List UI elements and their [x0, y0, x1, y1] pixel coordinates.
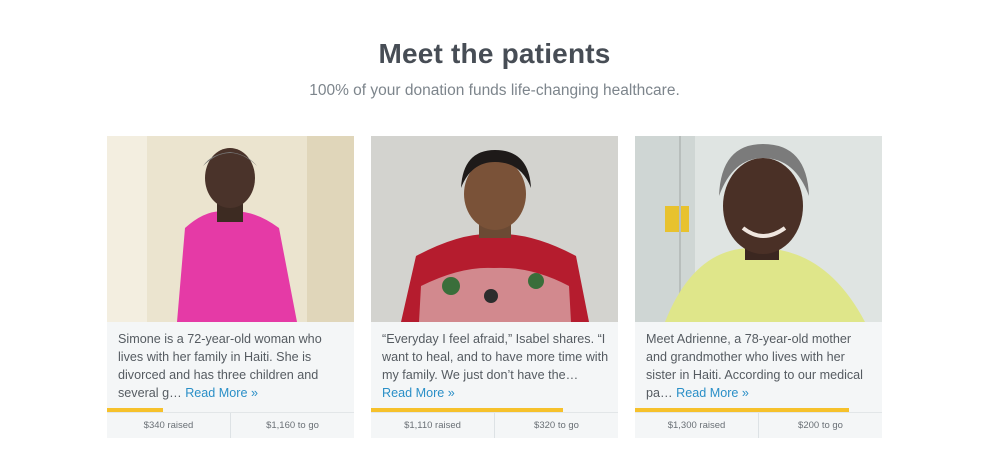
patient-card-simone[interactable]: Simone is a 72-year-old woman who lives … — [107, 136, 354, 438]
patient-card-isabel[interactable]: “Everyday I feel afraid,” Isabel shares.… — [371, 136, 618, 438]
funding-stats: $1,300 raised $200 to go — [635, 412, 882, 438]
patient-photo[interactable] — [371, 136, 618, 322]
patient-story: “Everyday I feel afraid,” Isabel shares.… — [382, 332, 609, 400]
amount-to-go: $320 to go — [494, 413, 618, 438]
read-more-link[interactable]: Read More » — [676, 386, 749, 400]
funding-stats: $340 raised $1,160 to go — [107, 412, 354, 438]
funding-stats: $1,110 raised $320 to go — [371, 412, 618, 438]
amount-raised: $340 raised — [143, 420, 194, 431]
page-title: Meet the patients — [378, 38, 611, 69]
patient-photo[interactable] — [107, 136, 354, 322]
amount-to-go: $1,160 to go — [230, 413, 354, 438]
patient-story: Simone is a 72-year-old woman who lives … — [118, 332, 322, 400]
amount-raised: $1,300 raised — [667, 420, 726, 431]
read-more-link[interactable]: Read More » — [185, 386, 258, 400]
amount-raised: $1,110 raised — [404, 420, 461, 431]
patient-photo[interactable] — [635, 136, 882, 322]
page-subtitle: 100% of your donation funds life-changin… — [309, 82, 680, 99]
amount-to-go: $200 to go — [758, 413, 882, 438]
read-more-link[interactable]: Read More » — [382, 386, 455, 400]
patient-story: Meet Adrienne, a 78-year-old mother and … — [646, 332, 863, 400]
patient-card-adrienne[interactable]: Meet Adrienne, a 78-year-old mother and … — [635, 136, 882, 438]
